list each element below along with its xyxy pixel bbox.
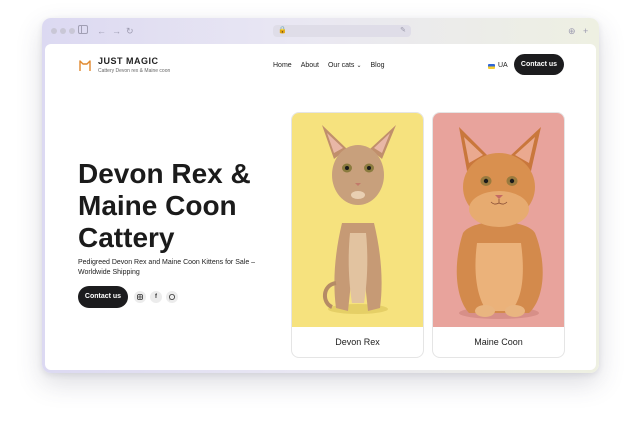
card-devon-rex-label: Devon Rex	[335, 337, 380, 347]
address-bar[interactable]: 🔒 ✎	[273, 25, 411, 37]
web-page: JUST MAGIC Cattery Devon rex & Maine coo…	[45, 44, 596, 370]
brand-subtitle: Cattery Devon rex & Maine coon	[98, 68, 171, 74]
brand-logo[interactable]: JUST MAGIC Cattery Devon rex & Maine coo…	[78, 56, 188, 78]
browser-window: ← → ↻ 🔒 ✎ ⊕ + JUST MAGIC Cattery Devon r…	[42, 18, 599, 373]
card-maine-coon[interactable]: Maine Coon	[432, 112, 565, 358]
card-devon-rex[interactable]: Devon Rex	[291, 112, 424, 358]
whatsapp-icon[interactable]	[166, 291, 178, 303]
social-links: f	[134, 291, 178, 303]
hero-subtitle: Pedigreed Devon Rex and Maine Coon Kitte…	[78, 259, 256, 276]
language-label: UA	[498, 62, 508, 69]
edit-icon[interactable]: ✎	[400, 26, 406, 34]
window-zoom-dot[interactable]	[69, 28, 75, 34]
maine-coon-photo	[433, 113, 564, 327]
sidebar-toggle-icon[interactable]	[78, 25, 88, 37]
cat-logo-icon	[79, 60, 91, 71]
nav-item-home[interactable]: Home	[273, 60, 292, 72]
new-tab-icon[interactable]: +	[583, 25, 588, 37]
nav-item-blog[interactable]: Blog	[370, 60, 384, 72]
reload-icon[interactable]: ↻	[126, 25, 134, 37]
forward-arrow-icon[interactable]: →	[112, 25, 121, 37]
language-switcher[interactable]: UA	[488, 60, 508, 72]
back-arrow-icon[interactable]: ←	[97, 25, 106, 37]
nav-item-our-cats[interactable]: Our cats ⌄	[328, 60, 361, 72]
nav-item-our-cats-label: Our cats	[327, 62, 355, 69]
card-maine-coon-label: Maine Coon	[474, 337, 523, 347]
main-nav: Home About Our cats ⌄ Blog	[273, 60, 384, 72]
download-icon[interactable]: ⊕	[568, 25, 576, 37]
facebook-icon[interactable]: f	[150, 291, 162, 303]
nav-item-about[interactable]: About	[301, 60, 319, 72]
header-contact-button[interactable]: Contact us	[514, 54, 564, 75]
window-close-dot[interactable]	[51, 28, 57, 34]
ukraine-flag-icon	[488, 63, 495, 69]
lock-icon: 🔒	[278, 27, 287, 34]
hero-contact-button[interactable]: Contact us	[78, 286, 128, 308]
chevron-down-icon: ⌄	[356, 63, 362, 69]
brand-title: JUST MAGIC	[98, 56, 159, 66]
devon-rex-photo	[292, 113, 423, 327]
browser-toolbar: ← → ↻ 🔒 ✎ ⊕ +	[42, 18, 599, 44]
hero-title: Devon Rex & Maine Coon Cattery	[78, 158, 251, 253]
window-minimize-dot[interactable]	[60, 28, 66, 34]
instagram-icon[interactable]	[134, 291, 146, 303]
